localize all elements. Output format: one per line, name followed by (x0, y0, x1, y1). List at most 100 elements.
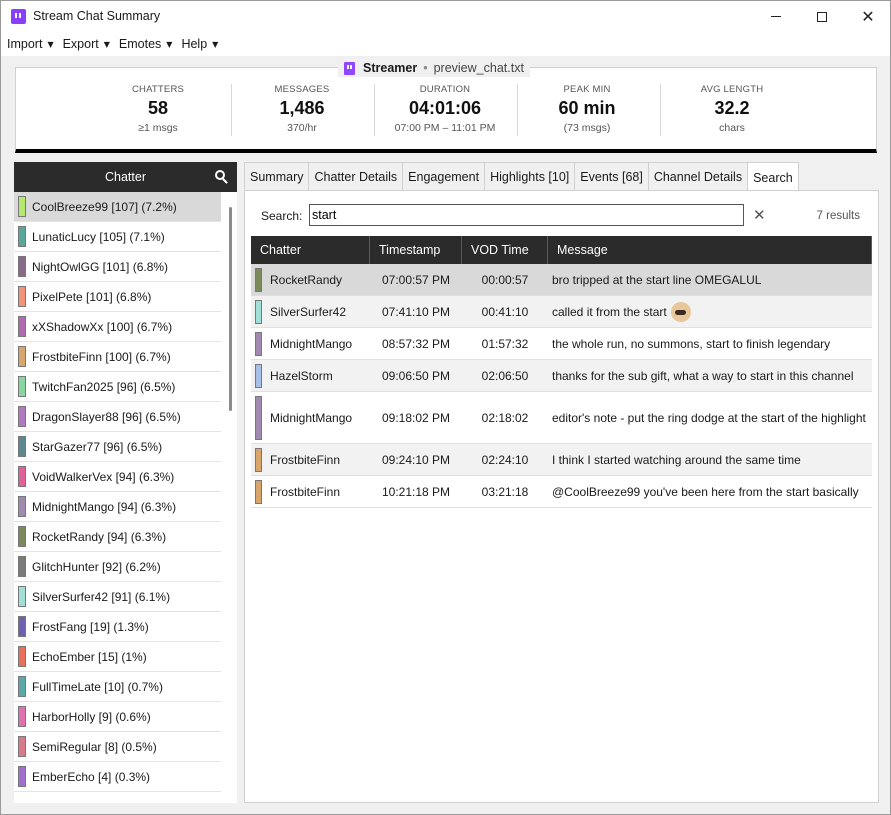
chatter-list-item[interactable]: CoolBreeze99 [107] (7.2%) (14, 192, 221, 222)
chatter-color-swatch (18, 286, 26, 307)
chatter-list-panel: Chatter CoolBreeze99 [107] (7.2%) Lunatic… (14, 162, 237, 803)
chatter-label: DragonSlayer88 [96] (6.5%) (32, 409, 181, 424)
message-text: called it from the start (552, 304, 667, 319)
cell-timestamp: 09:24:10 PM (381, 452, 451, 467)
result-count: 7 results (816, 210, 860, 222)
chatter-list-item[interactable]: FrostFang [19] (1.3%) (14, 612, 221, 642)
stat-sub: chars (719, 122, 745, 134)
chatter-color-swatch (18, 706, 26, 727)
menu-export[interactable]: Export ▼ (63, 37, 110, 51)
tab-search[interactable]: Search (747, 162, 799, 192)
stat-value: 60 min (558, 98, 616, 118)
cell-timestamp: 09:18:02 PM (381, 410, 451, 425)
chatter-list-item[interactable]: EmberEcho [4] (0.3%) (14, 762, 221, 792)
column-header-chatter[interactable]: Chatter (251, 236, 370, 264)
column-header-message[interactable]: Message (548, 236, 872, 264)
cell-timestamp: 07:00:57 PM (381, 272, 451, 287)
chevron-down-icon: ▼ (212, 39, 219, 49)
clear-search-icon[interactable]: ✕ (753, 206, 766, 224)
cell-chatter: MidnightMango (251, 392, 370, 443)
tab-chatter-details[interactable]: Chatter Details (308, 162, 404, 191)
chatter-label: RocketRandy [94] (6.3%) (32, 529, 167, 544)
table-row[interactable]: MidnightMango 09:18:02 PM 02:18:02 editor's… (251, 392, 872, 444)
chatter-label: CoolBreeze99 [107] (7.2%) (32, 199, 177, 214)
column-header-timestamp[interactable]: Timestamp (370, 236, 462, 264)
chatter-list-item[interactable]: EchoEmber [15] (1%) (14, 642, 221, 672)
cell-vod-time: 02:06:50 (481, 368, 529, 383)
tab-engagement[interactable]: Engagement (402, 162, 486, 191)
table-row[interactable]: FrostbiteFinn 09:24:10 PM 02:24:10 I think … (251, 444, 872, 476)
cell-timestamp: 08:57:32 PM (381, 336, 451, 351)
chatter-color-swatch (255, 299, 262, 324)
chatter-list-item[interactable]: DragonSlayer88 [96] (6.5%) (14, 402, 221, 432)
cell-vod-time: 01:57:32 (481, 336, 529, 351)
chatter-list-scrollbar[interactable] (229, 207, 232, 411)
chatter-list-item[interactable]: HarborHolly [9] (0.6%) (14, 702, 221, 732)
chatter-list-item[interactable]: StarGazer77 [96] (6.5%) (14, 432, 221, 462)
chatter-color-swatch (18, 346, 26, 367)
table-header: Chatter Timestamp VOD Time Message (251, 236, 872, 264)
tab-summary[interactable]: Summary (244, 162, 310, 191)
close-button[interactable]: ✕ (845, 1, 891, 32)
minimize-button[interactable] (753, 1, 799, 32)
menu-help[interactable]: Help ▼ (181, 37, 218, 51)
column-header-vod-time[interactable]: VOD Time (462, 236, 548, 264)
table-row[interactable]: RocketRandy 07:00:57 PM 00:00:57 bro trippe… (251, 264, 872, 296)
chatter-label: EmberEcho [4] (0.3%) (32, 769, 151, 784)
chatter-list-item[interactable]: GlitchHunter [92] (6.2%) (14, 552, 221, 582)
chatter-color-swatch (255, 447, 262, 472)
chatter-color-swatch (18, 406, 26, 427)
stats-panel: CHATTERS 58 ≥1 msgs MESSAGES 1,486 370/h… (15, 67, 877, 153)
chatter-list-item[interactable]: PixelPete [101] (6.8%) (14, 282, 221, 312)
chatter-label: StarGazer77 [96] (6.5%) (32, 439, 163, 454)
search-icon[interactable] (215, 170, 229, 184)
menu-emotes[interactable]: Emotes ▼ (119, 37, 173, 51)
tab-channel-details[interactable]: Channel Details (647, 162, 749, 191)
cell-timestamp: 07:41:10 PM (381, 304, 451, 319)
tab-events[interactable]: Events [68] (574, 162, 649, 191)
chatter-label: LunaticLucy [105] (7.1%) (32, 229, 165, 244)
chatter-name: MidnightMango (270, 410, 353, 425)
streamer-header: Streamer • preview_chat.txt (338, 59, 530, 77)
chatter-color-swatch (18, 676, 26, 697)
chatter-list-item[interactable]: SemiRegular [8] (0.5%) (14, 732, 221, 762)
chatter-list-item[interactable]: xXShadowXx [100] (6.7%) (14, 312, 221, 342)
chatter-label: GlitchHunter [92] (6.2%) (32, 559, 161, 574)
search-tab-content: Search: ✕ 7 results Chatter Timestamp VO… (244, 190, 879, 803)
cell-chatter: FrostbiteFinn (251, 444, 370, 475)
chatter-list-item[interactable]: VoidWalkerVex [94] (6.3%) (14, 462, 221, 492)
chatter-label: xXShadowXx [100] (6.7%) (32, 319, 173, 334)
chatter-list-item[interactable]: LunaticLucy [105] (7.1%) (14, 222, 221, 252)
chatter-color-swatch (18, 616, 26, 637)
cell-timestamp: 10:21:18 PM (381, 484, 451, 499)
chatter-label: TwitchFan2025 [96] (6.5%) (32, 379, 176, 394)
chatter-list-item[interactable]: SilverSurfer42 [91] (6.1%) (14, 582, 221, 612)
chatter-color-swatch (255, 395, 262, 440)
table-row[interactable]: MidnightMango 08:57:32 PM 01:57:32 the whol… (251, 328, 872, 360)
app-icon (11, 9, 26, 24)
chatter-list-item[interactable]: NightOwlGG [101] (6.8%) (14, 252, 221, 282)
chatter-color-swatch (255, 331, 262, 356)
stat-label: CHATTERS (131, 84, 185, 95)
tab-highlights[interactable]: Highlights [10] (484, 162, 576, 191)
menu-import[interactable]: Import ▼ (7, 37, 54, 51)
separator-dot: • (423, 61, 428, 75)
chatter-list-item[interactable]: RocketRandy [94] (6.3%) (14, 522, 221, 552)
chevron-down-icon: ▼ (166, 39, 173, 49)
maximize-button[interactable] (799, 1, 845, 32)
chatter-list: CoolBreeze99 [107] (7.2%) LunaticLucy [10… (14, 192, 237, 792)
app-window: Stream Chat Summary ✕ Import ▼ Export ▼ Em… (0, 0, 891, 815)
table-row[interactable]: HazelStorm 09:06:50 PM 02:06:50 thanks for … (251, 360, 872, 392)
chatter-list-item[interactable]: TwitchFan2025 [96] (6.5%) (14, 372, 221, 402)
chatter-list-item[interactable]: FullTimeLate [10] (0.7%) (14, 672, 221, 702)
chevron-down-icon: ▼ (103, 39, 110, 49)
menu-export-label: Export (62, 37, 99, 51)
chatter-list-item[interactable]: MidnightMango [94] (6.3%) (14, 492, 221, 522)
close-icon: ✕ (861, 6, 875, 26)
stat-peak-min: PEAK MIN 60 min (73 msgs) (517, 84, 657, 134)
table-row[interactable]: FrostbiteFinn 10:21:18 PM 03:21:18 @CoolBre… (251, 476, 872, 508)
message-text: @CoolBreeze99 you've been here from the … (552, 484, 859, 499)
table-row[interactable]: SilverSurfer42 07:41:10 PM 00:41:10 called … (251, 296, 872, 328)
chatter-list-item[interactable]: FrostbiteFinn [100] (6.7%) (14, 342, 221, 372)
search-input[interactable] (309, 204, 744, 226)
